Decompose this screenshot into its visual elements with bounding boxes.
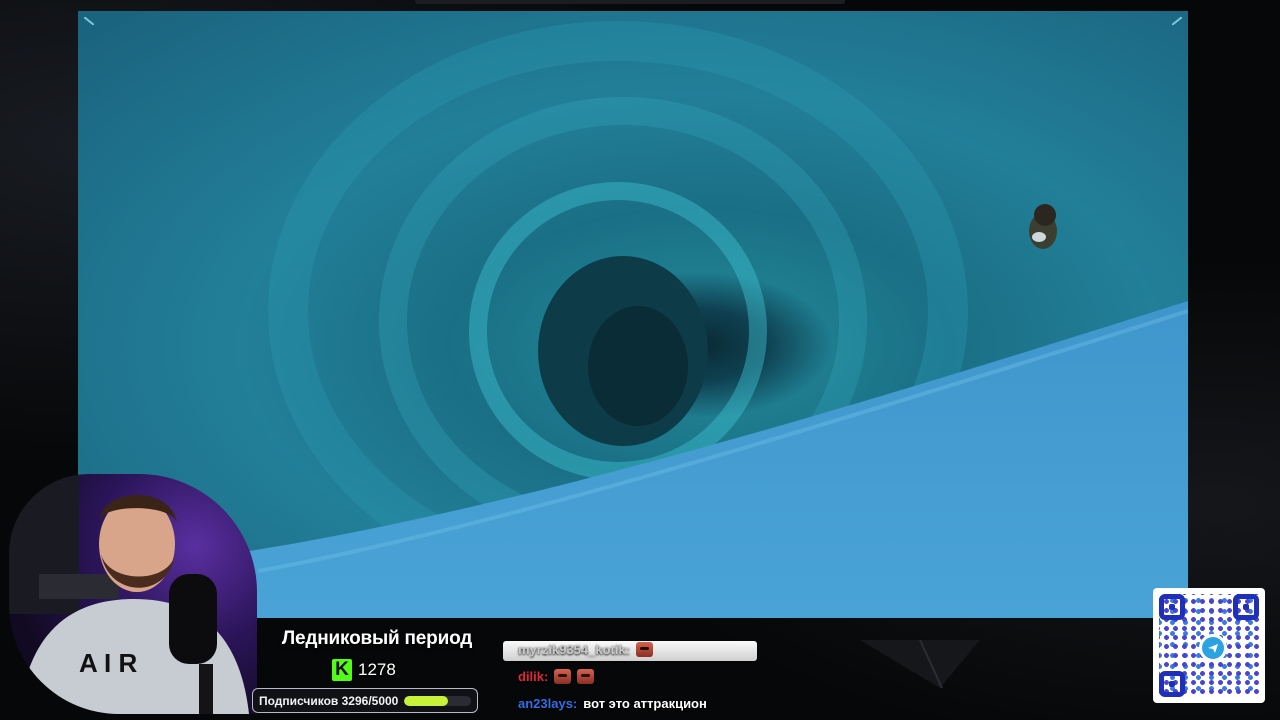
telegram-icon <box>1199 634 1227 662</box>
qr-finder <box>1159 594 1185 620</box>
kick-logo-icon: K <box>332 659 352 681</box>
qr-finder <box>1233 594 1259 620</box>
kick-count: 1278 <box>358 660 396 679</box>
subscriber-progress-fill <box>404 695 449 706</box>
chat-message: dilik: <box>518 669 595 684</box>
game-video <box>78 11 1188 618</box>
chat-message: myrzik9354_kotik: <box>518 642 654 657</box>
game-title: Ледниковый период <box>281 628 473 649</box>
corner-mark-left <box>84 17 94 25</box>
streamer-image: A I R <box>9 474 249 714</box>
qr-finder <box>1159 671 1185 697</box>
chat-username: myrzik9354_kotik: <box>518 642 631 657</box>
emote-icon <box>554 669 572 684</box>
corner-mark-right <box>1172 17 1182 25</box>
chat-message-text: вот это аттракцион <box>583 696 707 711</box>
chat-username: an23lays: <box>518 696 578 711</box>
svg-text:A I R: A I R <box>79 648 137 678</box>
emote-icon <box>636 642 654 657</box>
subscriber-goal-label: Подписчиков 3296/5000 <box>259 693 399 708</box>
ice-tunnel-scene <box>78 11 1188 618</box>
telegram-qr-code[interactable] <box>1153 588 1265 703</box>
emote-icon <box>577 669 595 684</box>
top-decoration <box>415 0 845 4</box>
subscriber-progress-track <box>404 695 471 706</box>
chat-message: an23lays: вот это аттракцион <box>518 696 707 711</box>
webcam-feed: A I R <box>9 474 257 714</box>
subscriber-goal: Подписчиков 3296/5000 <box>252 688 478 713</box>
decorative-shape <box>860 640 980 689</box>
chat-username: dilik: <box>518 669 549 684</box>
kick-counter: K 1278 <box>332 658 396 682</box>
